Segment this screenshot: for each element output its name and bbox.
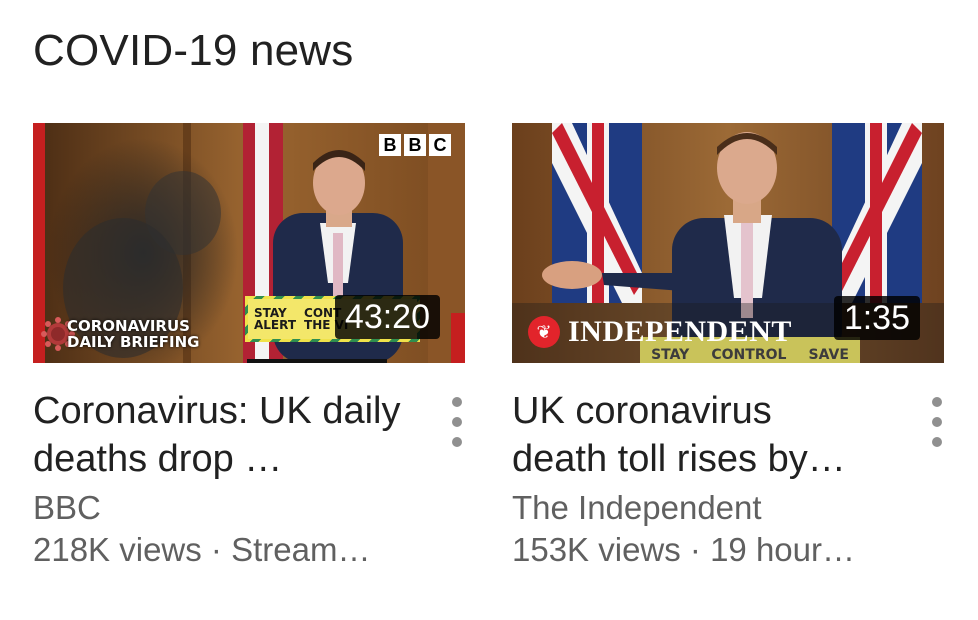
video-card[interactable]: STAY CONTROL SAVE ❦ INDEPENDENT 1:35 UK … — [512, 123, 944, 571]
eagle-icon: ❦ — [528, 316, 560, 348]
video-thumbnail[interactable]: B B C CORONAVIRUS DAILY BRIEFING STAY AL… — [33, 123, 465, 363]
more-vert-icon[interactable] — [447, 397, 467, 447]
duration-badge: 1:35 — [833, 296, 920, 340]
independent-logo: ❦ INDEPENDENT — [528, 315, 792, 349]
channel-name[interactable]: The Independent — [512, 487, 884, 529]
more-vert-icon[interactable] — [927, 397, 947, 447]
logo-letter: B — [379, 134, 401, 156]
shelf-title: COVID-19 news — [33, 26, 354, 75]
briefing-label: CORONAVIRUS DAILY BRIEFING — [67, 318, 199, 350]
video-meta: UK coronavirus death toll rises by… The … — [512, 387, 944, 571]
banner-text: ALERT — [254, 318, 297, 332]
video-thumbnail[interactable]: STAY CONTROL SAVE ❦ INDEPENDENT 1:35 — [512, 123, 944, 363]
video-stats: 218K views · Stream… — [33, 531, 371, 568]
video-title[interactable]: Coronavirus: UK daily deaths drop … — [33, 387, 403, 483]
channel-name[interactable]: BBC — [33, 487, 405, 529]
strip-text: CONTROL — [711, 347, 787, 363]
briefing-line: CORONAVIRUS — [67, 317, 190, 335]
video-card[interactable]: B B C CORONAVIRUS DAILY BRIEFING STAY AL… — [33, 123, 465, 571]
video-title[interactable]: UK coronavirus death toll rises by… — [512, 387, 872, 483]
duration-badge: 43:20 — [334, 295, 440, 339]
strip-text: SAVE — [808, 347, 849, 363]
logo-letter: C — [429, 134, 451, 156]
brand-wordmark: INDEPENDENT — [568, 315, 792, 348]
briefing-line: DAILY BRIEFING — [67, 333, 200, 351]
strip-text: STAY — [651, 347, 690, 363]
video-stats: 153K views · 19 hour… — [512, 531, 856, 568]
video-meta: Coronavirus: UK daily deaths drop … BBC … — [33, 387, 465, 571]
logo-letter: B — [404, 134, 426, 156]
bbc-logo: B B C — [379, 134, 451, 156]
